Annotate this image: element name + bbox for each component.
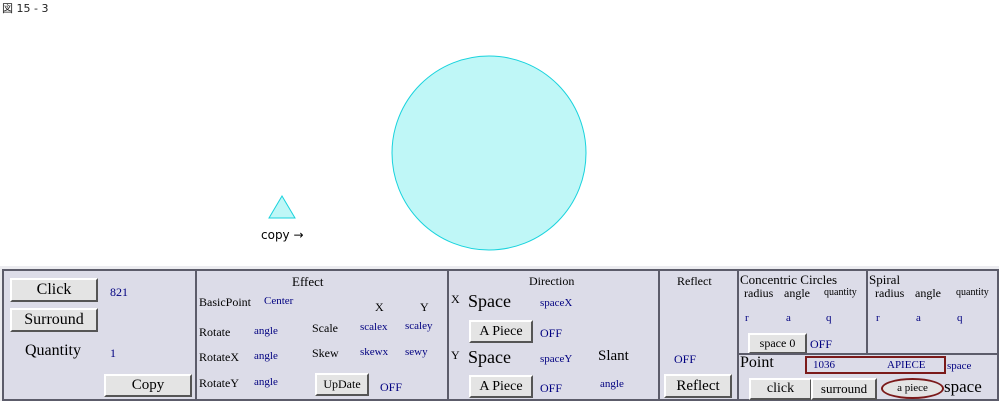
- point-title: Point: [740, 354, 774, 371]
- concentric-quantity-label: quantity: [824, 287, 857, 298]
- concentric-q-value[interactable]: q: [826, 312, 832, 324]
- reflect-status: OFF: [674, 352, 697, 366]
- direction-panel: Direction X Space spaceX A Piece OFF Y S…: [447, 269, 660, 401]
- point-value-box[interactable]: 1036 APIECE: [805, 356, 946, 374]
- direction-y-status: OFF: [540, 381, 563, 395]
- spiral-r-value[interactable]: r: [876, 312, 880, 324]
- concentric-angle-label: angle: [784, 286, 810, 300]
- reflect-button[interactable]: Reflect: [664, 374, 732, 398]
- concentric-space-button[interactable]: space 0: [748, 333, 807, 354]
- direction-x-apiece-button[interactable]: A Piece: [469, 320, 533, 343]
- rotatey-label: RotateY: [199, 376, 239, 390]
- copy-button[interactable]: Copy: [104, 374, 192, 397]
- direction-x-space-value[interactable]: spaceX: [540, 297, 572, 309]
- basic-point-value[interactable]: Center: [264, 295, 293, 307]
- direction-x-status: OFF: [540, 326, 563, 340]
- cyan-triangle[interactable]: [268, 195, 296, 219]
- click-button[interactable]: Click: [10, 278, 98, 302]
- direction-y-marker: Y: [451, 348, 460, 362]
- control-panel: Click 821 Surround Quantity 1 Copy Effec…: [0, 266, 999, 401]
- spiral-angle-label: angle: [915, 286, 941, 300]
- concentric-circles-panel: Concentric Circles radius angle quantity…: [737, 269, 868, 355]
- left-controls: Click 821 Surround Quantity 1 Copy: [2, 269, 197, 401]
- rotate-value[interactable]: angle: [254, 325, 278, 337]
- basic-point-label: BasicPoint: [199, 295, 252, 309]
- point-click-button[interactable]: click: [749, 378, 812, 400]
- reflect-title: Reflect: [677, 274, 712, 288]
- concentric-r-value[interactable]: r: [745, 312, 749, 324]
- effect-x-header: X: [375, 300, 384, 314]
- direction-y-apiece-button[interactable]: A Piece: [469, 375, 533, 398]
- spiral-radius-label: radius: [875, 286, 905, 300]
- copy-arrow-label: copy →: [261, 228, 304, 242]
- update-status: OFF: [380, 380, 403, 394]
- point-apiece-button[interactable]: a piece: [881, 378, 944, 399]
- direction-x-marker: X: [451, 292, 460, 306]
- skew-y-value[interactable]: sewy: [405, 346, 428, 358]
- scale-y-value[interactable]: scaley: [405, 320, 432, 332]
- direction-x-space-label: Space: [468, 291, 511, 311]
- concentric-radius-label: radius: [744, 286, 774, 300]
- point-value-mode: APIECE: [887, 359, 926, 371]
- effect-title: Effect: [292, 274, 324, 289]
- spiral-a-value[interactable]: a: [916, 312, 921, 324]
- rotatex-value[interactable]: angle: [254, 350, 278, 362]
- scale-x-value[interactable]: scalex: [360, 321, 387, 333]
- effect-panel: Effect BasicPoint Center X Y Rotate angl…: [195, 269, 449, 401]
- direction-y-space-value[interactable]: spaceY: [540, 353, 572, 365]
- skew-x-value[interactable]: skewx: [360, 346, 388, 358]
- rotatey-value[interactable]: angle: [254, 376, 278, 388]
- point-space-large: space: [944, 377, 982, 396]
- effect-y-header: Y: [420, 300, 429, 314]
- concentric-a-value[interactable]: a: [786, 312, 791, 324]
- surround-button[interactable]: Surround: [10, 308, 98, 332]
- quantity-value[interactable]: 1: [110, 346, 116, 361]
- spiral-quantity-label: quantity: [956, 287, 989, 298]
- scale-label: Scale: [312, 321, 338, 335]
- reflect-panel: Reflect OFF Reflect: [658, 269, 739, 401]
- spiral-panel: Spiral radius angle quantity r a q: [866, 269, 999, 355]
- drawing-canvas[interactable]: [0, 0, 999, 266]
- rotate-label: Rotate: [199, 325, 231, 339]
- direction-title: Direction: [529, 274, 575, 288]
- concentric-status: OFF: [810, 337, 833, 351]
- slant-value[interactable]: angle: [600, 378, 624, 390]
- click-count: 821: [110, 285, 128, 299]
- spiral-q-value[interactable]: q: [957, 312, 963, 324]
- quantity-label: Quantity: [25, 342, 81, 359]
- point-surround-button[interactable]: surround: [811, 378, 877, 400]
- rotatex-label: RotateX: [199, 350, 239, 364]
- point-value-number: 1036: [813, 359, 835, 371]
- update-button[interactable]: UpDate: [315, 373, 369, 396]
- point-space-small: space: [947, 360, 972, 372]
- skew-label: Skew: [312, 346, 339, 360]
- cyan-circle[interactable]: [391, 55, 587, 251]
- point-panel: Point 1036 APIECE space click surround a…: [737, 353, 999, 401]
- slant-label: Slant: [598, 348, 629, 364]
- direction-y-space-label: Space: [468, 347, 511, 367]
